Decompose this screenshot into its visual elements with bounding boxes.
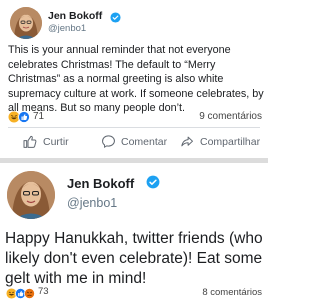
- verified-badge-icon: [110, 10, 121, 28]
- comment-count[interactable]: 9 comentários: [199, 111, 262, 122]
- tweet-post-1: Jen Bokoff @jenbo1 This is your annual r…: [0, 0, 268, 162]
- avatar-photo-icon: [7, 171, 55, 219]
- avatar[interactable]: [7, 171, 55, 219]
- tweet-post-2: Jen Bokoff @jenbo1 Happy Hanukkah, twitt…: [0, 163, 268, 300]
- reaction-count: 73: [38, 286, 49, 297]
- comment-label: Comentar: [121, 135, 168, 148]
- reaction-count: 71: [33, 110, 45, 122]
- comment-count[interactable]: 8 comentários: [202, 287, 262, 298]
- comment-bubble-icon: [102, 135, 115, 148]
- verified-badge-icon: [146, 175, 160, 194]
- like-reaction-icon: [18, 110, 30, 123]
- author-name[interactable]: Jen Bokoff: [48, 10, 102, 22]
- thumbs-up-icon: [23, 135, 37, 148]
- author-handle[interactable]: @jenbo1: [67, 196, 117, 210]
- divider: [8, 127, 260, 128]
- reactions-summary[interactable]: 71: [8, 110, 45, 123]
- reactions-summary[interactable]: 73: [6, 286, 49, 299]
- avatar[interactable]: [10, 7, 42, 39]
- comment-button[interactable]: Comentar: [101, 134, 167, 149]
- like-button[interactable]: Curtir: [22, 134, 69, 150]
- angry-reaction-icon: [24, 286, 35, 299]
- avatar-photo-icon: [10, 7, 42, 39]
- share-arrow-icon: [181, 136, 193, 147]
- tweet-text: Happy Hanukkah, twitter friends (who lik…: [5, 230, 263, 287]
- share-label: Compartilhar: [200, 135, 261, 148]
- author-name[interactable]: Jen Bokoff: [67, 176, 134, 191]
- share-button[interactable]: Compartilhar: [180, 134, 260, 149]
- author-handle[interactable]: @jenbo1: [48, 23, 86, 34]
- tweet-text: This is your annual reminder that not ev…: [8, 44, 264, 115]
- like-label: Curtir: [43, 136, 69, 148]
